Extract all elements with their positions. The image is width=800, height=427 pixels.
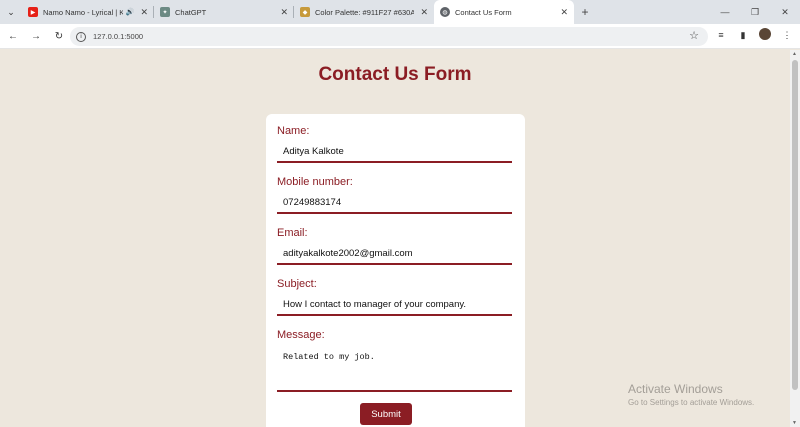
back-icon[interactable]: ←: [3, 26, 23, 46]
profile-avatar[interactable]: [758, 28, 772, 42]
menu-kebab-icon[interactable]: ⋮: [780, 30, 794, 41]
palette-icon: ◆: [300, 7, 310, 17]
tab-search-icon[interactable]: ⌄: [0, 0, 22, 24]
message-label: Message:: [277, 329, 325, 341]
url-text[interactable]: 127.0.0.1:5000: [93, 32, 143, 41]
side-panel-icon[interactable]: ▮: [736, 30, 750, 41]
scrollbar-thumb[interactable]: [792, 60, 798, 390]
tab-contact-us-form[interactable]: ◍ Contact Us Form ✕: [434, 0, 574, 24]
tab-color-palette[interactable]: ◆ Color Palette: #911F27 #630A1 ✕: [294, 0, 434, 24]
subject-label: Subject:: [277, 278, 317, 290]
chatgpt-icon: ✦: [160, 7, 170, 17]
tab-title: Color Palette: #911F27 #630A1: [315, 7, 415, 17]
tab-title: ChatGPT: [175, 7, 207, 17]
forward-icon[interactable]: →: [26, 26, 46, 46]
tab-title: Namo Namo - Lyrical | Ked: [43, 7, 123, 17]
bookmark-star-icon[interactable]: ☆: [689, 29, 699, 42]
close-icon[interactable]: ✕: [280, 7, 288, 18]
close-window-icon[interactable]: ✕: [770, 0, 800, 24]
media-controls-icon[interactable]: ≡: [714, 30, 728, 40]
close-icon[interactable]: ✕: [420, 7, 428, 18]
page-title: Contact Us Form: [318, 64, 472, 85]
email-input[interactable]: [277, 244, 512, 265]
subject-input[interactable]: [277, 295, 512, 316]
message-textarea[interactable]: Related to my job.: [277, 348, 512, 392]
activate-windows-watermark: Activate Windows Go to Settings to activ…: [628, 382, 754, 407]
submit-button[interactable]: Submit: [360, 403, 412, 425]
site-info-icon[interactable]: i: [76, 31, 86, 42]
youtube-icon: ▶: [28, 7, 38, 17]
scroll-up-icon[interactable]: ▲: [792, 51, 797, 57]
mobile-input[interactable]: [277, 193, 512, 214]
close-icon[interactable]: ✕: [560, 7, 568, 18]
restore-icon[interactable]: ❐: [740, 0, 770, 24]
minimize-icon[interactable]: —: [710, 0, 740, 24]
name-label: Name:: [277, 125, 310, 137]
contact-form: Name: Mobile number: Email: Subject: Mes…: [266, 114, 525, 427]
reload-icon[interactable]: ↻: [49, 26, 69, 46]
new-tab-button[interactable]: +: [574, 0, 596, 24]
close-icon[interactable]: ✕: [140, 7, 148, 18]
mobile-label: Mobile number:: [277, 176, 353, 188]
email-label: Email:: [277, 227, 308, 239]
tab-strip: ⌄ ▶ Namo Namo - Lyrical | Ked 🔊 ✕ ✦ Chat…: [0, 0, 800, 24]
name-input[interactable]: [277, 142, 512, 163]
toolbar-icons: ≡ ▮ ⋮: [714, 28, 794, 42]
tab-youtube[interactable]: ▶ Namo Namo - Lyrical | Ked 🔊 ✕: [22, 0, 154, 24]
browser-toolbar: ← → ↻ i 127.0.0.1:5000 ☆ ≡ ▮ ⋮: [0, 24, 800, 49]
tab-chatgpt[interactable]: ✦ ChatGPT ✕: [154, 0, 294, 24]
window-controls: — ❐ ✕: [710, 0, 800, 24]
address-bar[interactable]: i 127.0.0.1:5000 ☆: [70, 27, 708, 46]
watermark-title: Activate Windows: [628, 382, 723, 396]
watermark-subtitle: Go to Settings to activate Windows.: [628, 398, 755, 407]
page-content: Contact Us Form Name: Mobile number: Ema…: [0, 50, 790, 427]
page-scrollbar[interactable]: ▲ ▼: [790, 50, 800, 427]
tab-title: Contact Us Form: [455, 7, 512, 17]
speaker-icon[interactable]: 🔊: [126, 8, 135, 16]
globe-icon: ◍: [440, 7, 450, 17]
scroll-down-icon[interactable]: ▼: [792, 420, 797, 426]
